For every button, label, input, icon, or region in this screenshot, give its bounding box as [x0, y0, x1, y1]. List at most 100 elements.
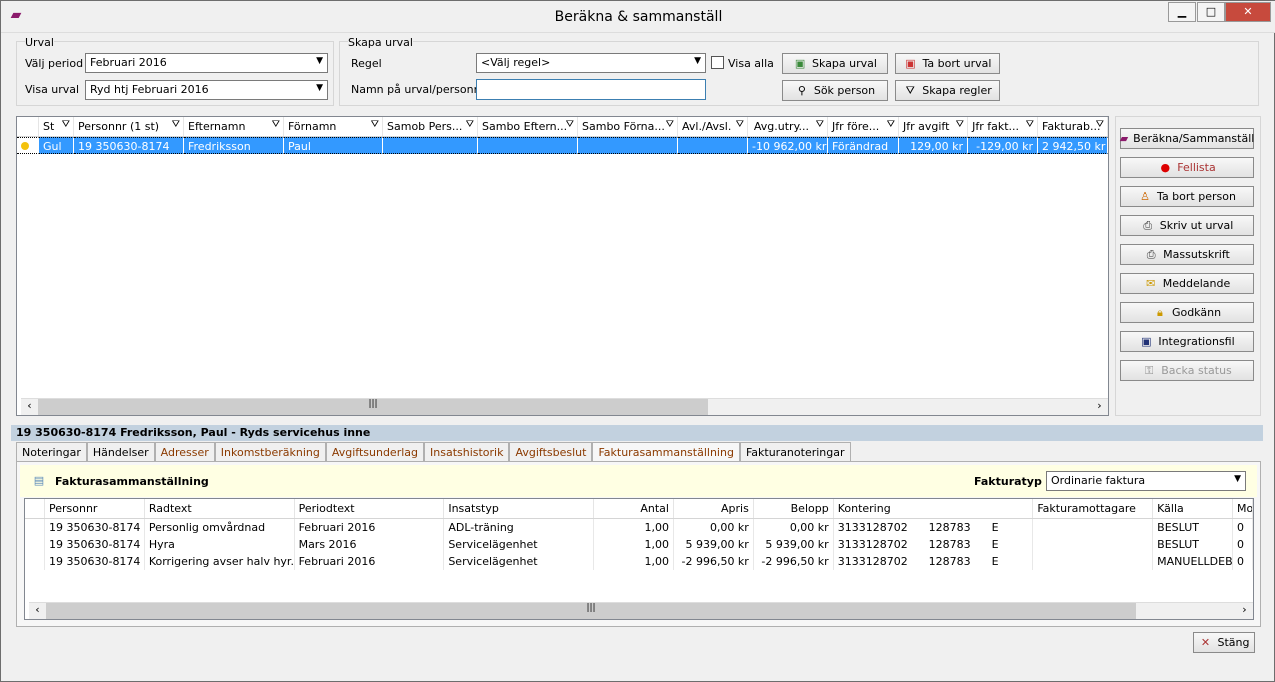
table-cell: 19 350630-8174	[45, 553, 145, 570]
tab-adresser[interactable]: Adresser	[154, 442, 215, 462]
label: Ta bort person	[1157, 190, 1236, 203]
close-window-button[interactable]: ✕	[1225, 2, 1271, 22]
status-dot-icon	[21, 142, 29, 150]
tab-inkomstberäkning[interactable]: Inkomstberäkning	[214, 442, 326, 462]
table-cell: Servicelägenhet	[444, 536, 595, 553]
regel-select[interactable]: <Välj regel> ▼	[476, 53, 706, 73]
faktura-header: ▤ Fakturasammanställning Fakturatyp Ordi…	[20, 465, 1257, 497]
filter-icon[interactable]: ⛛	[816, 119, 824, 130]
tab-fakturasammanställning[interactable]: Fakturasammanställning	[592, 442, 740, 462]
column-header[interactable]: Avl./Avsl. ⛛	[678, 117, 748, 136]
column-header[interactable]: Sambo Förna... ⛛	[578, 117, 678, 136]
filter-icon[interactable]: ⛛	[1026, 119, 1034, 130]
column-header[interactable]: Belopp	[754, 499, 834, 518]
filter-icon[interactable]: ⛛	[371, 119, 379, 130]
column-header[interactable]: Förnamn ⛛	[284, 117, 383, 136]
column-header[interactable]: Källa	[1153, 499, 1234, 518]
filter-icon[interactable]: ⛛	[172, 119, 180, 130]
action-button-godkänn[interactable]: 🔒︎ Godkänn	[1120, 302, 1254, 323]
column-header[interactable]: Personnr (1 st) ⛛	[74, 117, 184, 136]
tab-avgiftsunderlag[interactable]: Avgiftsunderlag	[325, 442, 424, 462]
column-label: Avl./Avsl.	[682, 120, 732, 133]
minimize-button[interactable]: ▁	[1168, 2, 1196, 22]
table-row[interactable]: 19 350630-8174 Personlig omvårdnad Februar…	[25, 519, 1254, 536]
column-header[interactable]: Fakturab... ⛛	[1038, 117, 1108, 136]
column-header[interactable]: Apris	[674, 499, 754, 518]
action-button-meddelande[interactable]: ✉ Meddelande	[1120, 273, 1254, 294]
action-button-fellista[interactable]: ● Fellista	[1120, 157, 1254, 178]
filter-icon[interactable]: ⛛	[272, 119, 280, 130]
table-cell: 1,00	[594, 536, 674, 553]
column-label: Jfr avgift	[903, 120, 950, 133]
skapa-regler-button[interactable]: ⛛ Skapa regler	[895, 80, 1000, 101]
column-label: Jfr före...	[832, 120, 880, 133]
column-header[interactable]: Jfr avgift ⛛	[899, 117, 968, 136]
filter-icon[interactable]: ⛛	[666, 119, 674, 130]
column-header[interactable]: Samob Pers... ⛛	[383, 117, 478, 136]
column-header[interactable]: Insatstyp	[444, 499, 595, 518]
column-header[interactable]: Kontering	[834, 499, 1034, 518]
table-cell: Hyra	[145, 536, 295, 553]
filter-icon[interactable]: ⛛	[736, 119, 744, 130]
tab-avgiftsbeslut[interactable]: Avgiftsbeslut	[509, 442, 593, 462]
action-button-integrationsfil[interactable]: ▣ Integrationsfil	[1120, 331, 1254, 352]
filter-icon[interactable]: ⛛	[1096, 119, 1104, 130]
column-header[interactable]: Avg.utry... ⛛	[748, 117, 828, 136]
table-row[interactable]: 19 350630-8174 Korrigering avser halv hyr…	[25, 553, 1254, 570]
ta-bort-urval-button[interactable]: ▣ Ta bort urval	[895, 53, 1000, 74]
label: Beräkna/Sammanställ	[1133, 132, 1255, 145]
stang-button[interactable]: ✕ Stäng	[1193, 632, 1255, 653]
column-header[interactable]: Sambo Eftern... ⛛	[478, 117, 578, 136]
filter-icon[interactable]: ⛛	[887, 119, 895, 130]
table-cell: 0,00 kr	[754, 519, 834, 536]
action-button-beräkna-sammanställ[interactable]: ▰ Beräkna/Sammanställ	[1120, 128, 1254, 149]
horizontal-scrollbar[interactable]: ‹ ||| ›	[21, 398, 1108, 415]
scroll-left-icon[interactable]: ‹	[21, 399, 38, 415]
column-header[interactable]: Personnr	[45, 499, 145, 518]
column-header[interactable]: Antal	[594, 499, 674, 518]
column-header[interactable]: Periodtext	[295, 499, 445, 518]
tab-noteringar[interactable]: Noteringar	[16, 442, 87, 462]
action-button-skriv-ut-urval[interactable]: ⎙ Skriv ut urval	[1120, 215, 1254, 236]
column-header[interactable]: Jfr fakt... ⛛	[968, 117, 1038, 136]
visa-urval-select[interactable]: Ryd htj Februari 2016 ▼	[85, 80, 328, 100]
table-row[interactable]: 19 350630-8174 Hyra Mars 2016 Servicelägenh…	[25, 536, 1254, 553]
column-header[interactable]: St ⛛	[39, 117, 74, 136]
scroll-left-icon[interactable]: ‹	[29, 603, 46, 619]
sok-person-button[interactable]: ⚲ Sök person	[782, 80, 888, 101]
fakturatyp-select[interactable]: Ordinarie faktura ▼	[1046, 471, 1246, 491]
column-label: St	[43, 120, 55, 133]
scroll-right-icon[interactable]: ›	[1236, 603, 1253, 619]
scroll-thumb[interactable]: |||	[46, 603, 1136, 619]
filter-icon[interactable]: ⛛	[466, 119, 474, 130]
column-header[interactable]: Jfr före... ⛛	[828, 117, 899, 136]
tab-händelser[interactable]: Händelser	[86, 442, 155, 462]
tab-insatshistorik[interactable]: Insatshistorik	[424, 442, 510, 462]
column-label: Fakturab...	[1042, 120, 1101, 133]
column-header[interactable]: Fakturamottagare	[1033, 499, 1154, 518]
filter-icon[interactable]: ⛛	[956, 119, 964, 130]
maximize-button[interactable]: □	[1197, 2, 1225, 22]
skapa-urval-button[interactable]: ▣ Skapa urval	[782, 53, 888, 74]
window-title: Beräkna & sammanställ	[554, 9, 723, 25]
table-row[interactable]: Gul 19 350630-8174 Fredriksson Paul -10 962,…	[17, 137, 1108, 154]
column-header[interactable]: Efternamn ⛛	[184, 117, 284, 136]
table-cell: 3133128702 128783 E	[834, 519, 1034, 536]
period-select[interactable]: Februari 2016 ▼	[85, 53, 328, 73]
action-button-ta-bort-person[interactable]: ♙ Ta bort person	[1120, 186, 1254, 207]
filter-icon[interactable]: ⛛	[62, 119, 70, 130]
namn-input[interactable]	[476, 79, 706, 100]
tab-fakturanoteringar[interactable]: Fakturanoteringar	[739, 442, 851, 462]
filter-icon[interactable]: ⛛	[566, 119, 574, 130]
label: Meddelande	[1162, 277, 1231, 290]
row-indicator	[25, 553, 45, 570]
action-button-massutskrift[interactable]: ⎙ Massutskrift	[1120, 244, 1254, 265]
column-header[interactable]: Mo	[1233, 499, 1254, 518]
table-cell: -2 996,50 kr	[674, 553, 754, 570]
table-cell: Förändrad	[828, 137, 899, 154]
column-header[interactable]: Radtext	[145, 499, 295, 518]
scroll-right-icon[interactable]: ›	[1091, 399, 1108, 415]
horizontal-scrollbar[interactable]: ‹ ||| ›	[29, 602, 1253, 619]
visa-alla-checkbox[interactable]	[711, 56, 724, 69]
scroll-thumb[interactable]: |||	[38, 399, 708, 415]
